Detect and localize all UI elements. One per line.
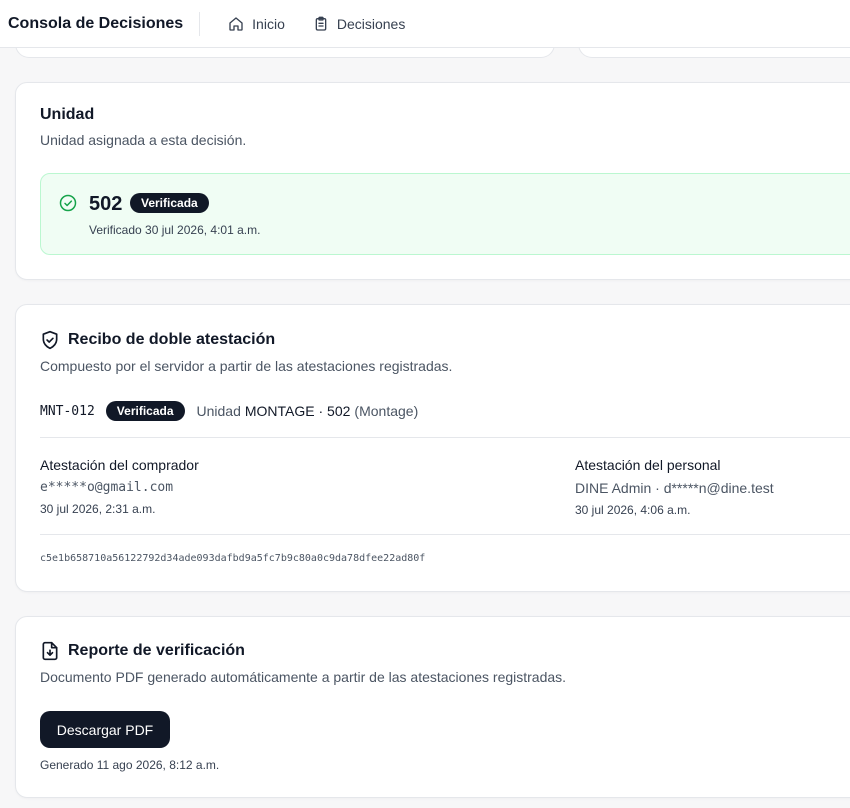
staff-attestation-label: Atestación del personal: [575, 457, 721, 473]
verified-timestamp: Verificado 30 jul 2026, 4:01 a.m.: [89, 223, 261, 237]
verified-badge: Verificada: [130, 193, 209, 213]
report-card-title: Reporte de verificación: [40, 641, 245, 661]
unit-card-title: Unidad: [40, 106, 95, 123]
receipt-code: MNT-012: [40, 403, 95, 419]
receipt-card-title: Recibo de doble atestación: [40, 330, 275, 350]
report-generated-time: Generado 11 ago 2026, 8:12 a.m.: [40, 758, 220, 772]
nav-item-label: Inicio: [252, 15, 285, 32]
buyer-email: e*****o@gmail.com: [40, 480, 174, 495]
receipt-title-text: Recibo de doble atestación: [68, 331, 276, 348]
receipt-divider: [40, 437, 850, 438]
receipt-hash: c5e1b658710a56122792d34ade093dafbd9a5fc7…: [40, 553, 426, 564]
download-pdf-button[interactable]: Descargar PDF: [40, 711, 170, 748]
staff-attestation: Atestación del personal DINE Admin · d**…: [575, 457, 774, 517]
receipt-summary-row: MNT-012 Verificada Unidad MONTAGE · 502 …: [40, 401, 418, 421]
clipboard-icon: [315, 16, 327, 31]
file-download-icon: [42, 641, 58, 661]
nav-item-decisiones[interactable]: Decisiones: [313, 16, 405, 32]
receipt-unit-name: MONTAGE · 502: [244, 403, 351, 419]
check-circle-icon: [59, 194, 77, 212]
staff-identity: DINE Admin · d*****n@dine.test: [575, 480, 774, 496]
nav-item-label: Decisiones: [336, 15, 406, 32]
unit-card-description: Unidad asignada a esta decisión.: [40, 132, 247, 148]
receipt-card-description: Compuesto por el servidor a partir de la…: [40, 358, 453, 374]
receipt-unit-prefix: Unidad: [196, 403, 241, 419]
report-card: Reporte de verificación Documento PDF ge…: [15, 616, 850, 798]
report-title-text: Reporte de verificación: [68, 642, 245, 659]
receipt-card: Recibo de doble atestación Compuesto por…: [15, 304, 850, 592]
report-card-description: Documento PDF generado automáticamente a…: [40, 669, 567, 685]
receipt-unit-type: (Montage): [354, 403, 419, 419]
unit-number: 502: [89, 193, 123, 215]
verified-unit-panel: 502 Verificada Verificado 30 jul 2026, 4…: [40, 173, 850, 255]
nav-divider: [199, 11, 201, 36]
buyer-attestation-label: Atestación del comprador: [40, 457, 199, 473]
receipt-divider-2: [40, 534, 850, 535]
nav-item-inicio[interactable]: Inicio: [228, 16, 285, 32]
shield-check-icon: [42, 330, 58, 350]
top-navigation-bar: Consola de Decisiones Inicio Decisiones: [0, 0, 850, 48]
staff-attestation-time: 30 jul 2026, 4:06 a.m.: [575, 503, 691, 517]
buyer-attestation-time: 30 jul 2026, 2:31 a.m.: [40, 502, 156, 516]
app-brand[interactable]: Consola de Decisiones: [8, 15, 183, 33]
receipt-verified-badge: Verificada: [105, 401, 185, 421]
buyer-attestation: Atestación del comprador e*****o@gmail.c…: [40, 457, 199, 516]
unit-card: Unidad Unidad asignada a esta decisión. …: [15, 82, 850, 280]
home-icon: [229, 16, 243, 31]
